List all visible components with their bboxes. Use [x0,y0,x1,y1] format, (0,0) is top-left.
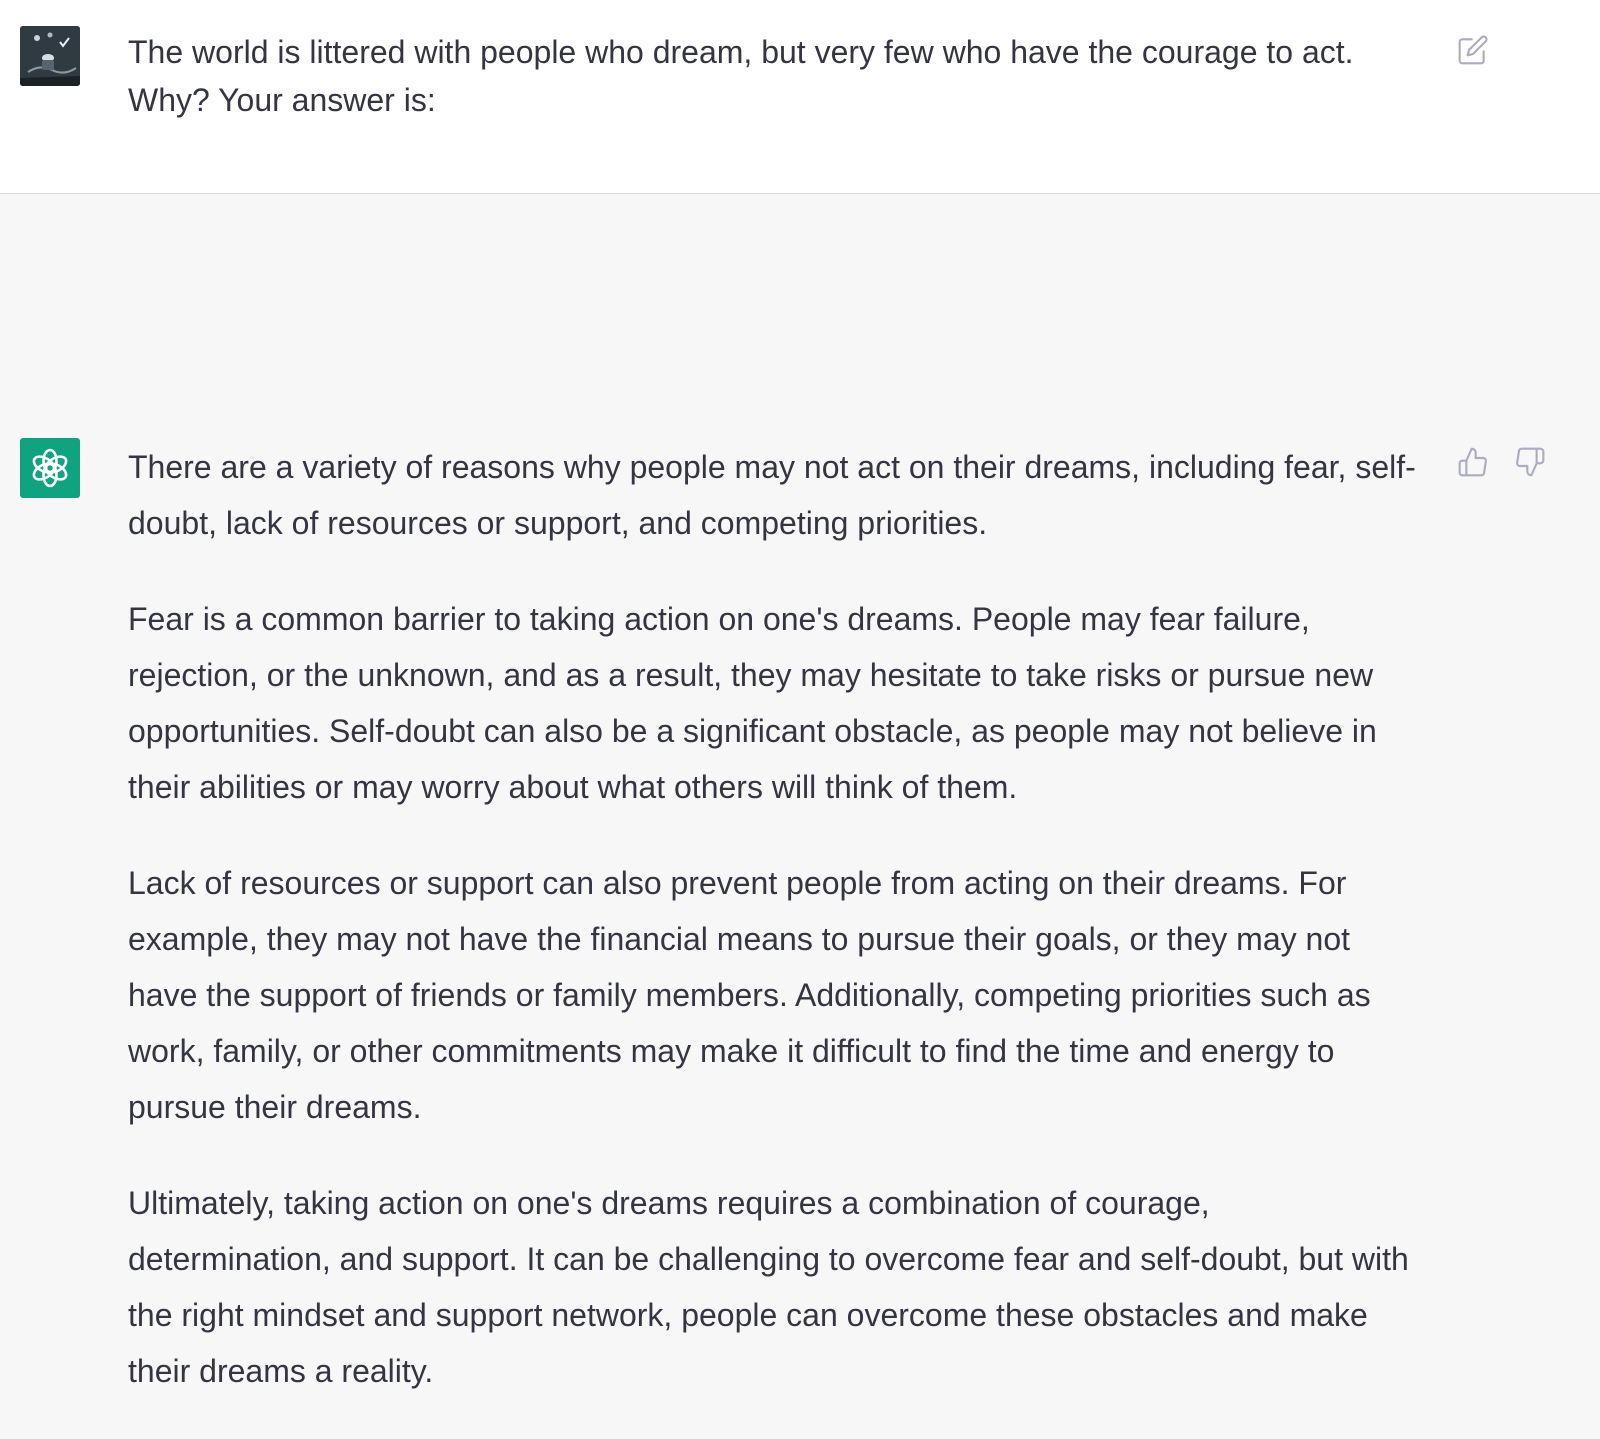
thumbs-down-icon [1516,447,1545,477]
answer-paragraph-1: There are a variety of reasons why peopl… [128,449,1416,541]
thumbs-up-button[interactable] [1455,444,1491,480]
answer-paragraph-4: Ultimately, taking action on one's dream… [128,1185,1409,1389]
thumbs-up-icon [1458,447,1487,477]
openai-logo-icon [32,448,68,488]
user-message: The world is littered with people who dr… [0,0,1600,194]
user-avatar [20,26,80,86]
user-message-text: The world is littered with people who dr… [128,34,1354,118]
assistant-message: There are a variety of reasons why peopl… [0,194,1600,1389]
user-avatar-image [20,26,80,86]
edit-message-button[interactable] [1455,32,1491,68]
edit-icon [1458,35,1488,65]
answer-paragraph-2: Fear is a common barrier to taking actio… [128,601,1377,805]
assistant-message-text: There are a variety of reasons why peopl… [128,439,1418,1439]
answer-paragraph-3: Lack of resources or support can also pr… [128,865,1371,1125]
assistant-avatar [20,438,80,498]
thumbs-down-button[interactable] [1512,444,1548,480]
